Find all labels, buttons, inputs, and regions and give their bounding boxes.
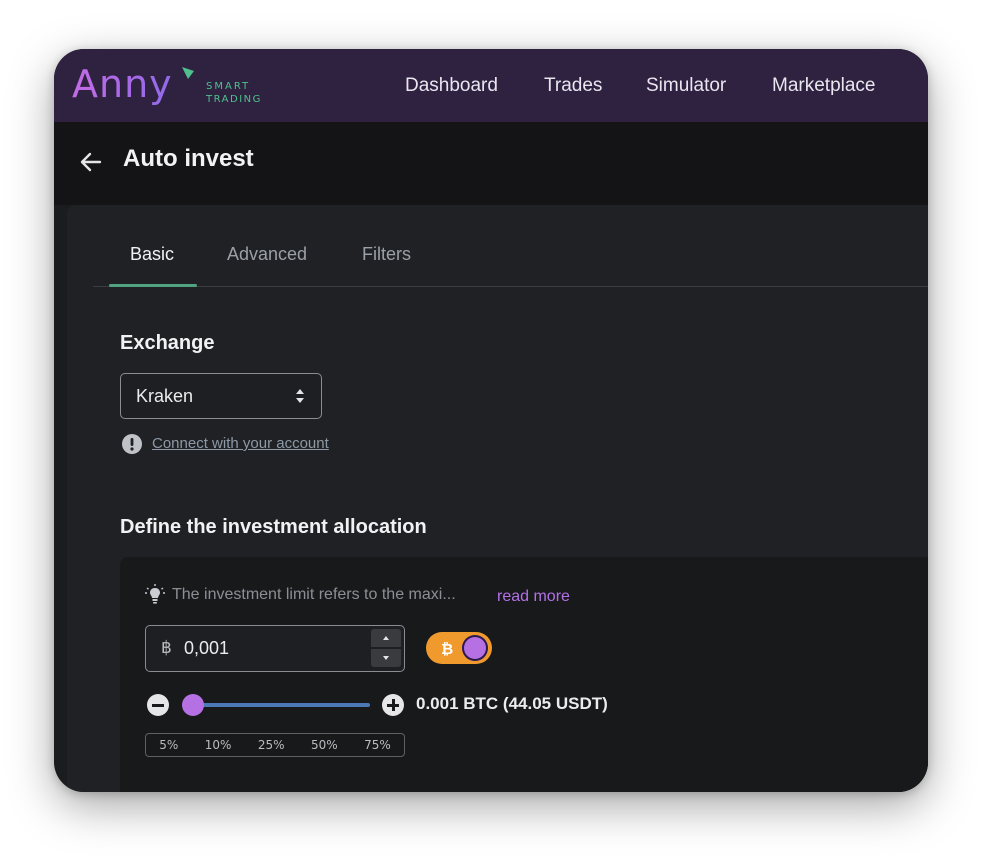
active-tab-indicator bbox=[109, 284, 197, 287]
nav-dashboard[interactable]: Dashboard bbox=[405, 49, 498, 122]
select-caret-icon bbox=[295, 388, 305, 404]
investment-limit-hint: The investment limit refers to the maxi.… bbox=[172, 586, 456, 603]
amount-value: 0,001 bbox=[184, 638, 230, 658]
percent-presets: 5% 10% 25% 50% 75% bbox=[145, 733, 405, 757]
connect-account-link[interactable]: Connect with your account bbox=[152, 435, 329, 452]
amount-input[interactable]: ฿ 0,001 bbox=[145, 625, 405, 672]
exchange-select-value: Kraken bbox=[136, 386, 194, 406]
amount-stepper[interactable] bbox=[371, 629, 401, 667]
svg-text:₿: ₿ bbox=[441, 640, 453, 657]
tabs-divider bbox=[93, 286, 928, 287]
tab-basic[interactable]: Basic bbox=[130, 244, 174, 265]
percent-option-25[interactable]: 25% bbox=[258, 738, 285, 752]
allocation-slider-track[interactable] bbox=[182, 703, 370, 707]
tab-advanced[interactable]: Advanced bbox=[227, 244, 307, 265]
auto-invest-card: Basic Advanced Filters Exchange Kraken C… bbox=[67, 205, 928, 792]
exclamation-circle-icon bbox=[121, 433, 143, 455]
exchange-section-title: Exchange bbox=[120, 332, 215, 354]
app-window: Anny SMART TRADING Dashboard Trades Simu… bbox=[54, 49, 928, 792]
currency-symbol: ฿ bbox=[161, 638, 172, 657]
stepper-up-button[interactable] bbox=[371, 629, 401, 647]
nav-trades[interactable]: Trades bbox=[544, 49, 602, 122]
nav-simulator[interactable]: Simulator bbox=[646, 49, 726, 122]
page-header: Auto invest bbox=[54, 122, 928, 205]
anny-logo[interactable]: Anny SMART TRADING bbox=[72, 59, 262, 113]
stepper-down-button[interactable] bbox=[371, 649, 401, 667]
decrease-button[interactable] bbox=[147, 694, 169, 716]
percent-option-75[interactable]: 75% bbox=[364, 738, 391, 752]
logo-tagline-trading: TRADING bbox=[205, 94, 262, 105]
percent-option-50[interactable]: 50% bbox=[311, 738, 338, 752]
allocation-slider-thumb[interactable] bbox=[182, 694, 204, 716]
lightbulb-icon bbox=[145, 584, 165, 606]
read-more-link[interactable]: read more bbox=[497, 588, 570, 606]
increase-button[interactable] bbox=[382, 694, 404, 716]
tab-filters[interactable]: Filters bbox=[362, 244, 411, 265]
allocation-panel: The investment limit refers to the maxi.… bbox=[120, 557, 928, 792]
nav-marketplace[interactable]: Marketplace bbox=[772, 49, 876, 122]
allocation-section-title: Define the investment allocation bbox=[120, 516, 427, 538]
amount-summary: 0.001 BTC (44.05 USDT) bbox=[416, 694, 608, 713]
arrow-left-icon[interactable] bbox=[78, 149, 104, 175]
btc-currency-toggle[interactable]: ₿ bbox=[426, 632, 492, 664]
toggle-knob bbox=[462, 635, 488, 661]
percent-option-5[interactable]: 5% bbox=[159, 738, 178, 752]
logo-wordmark: Anny bbox=[72, 62, 173, 106]
logo-tagline-smart: SMART bbox=[206, 81, 250, 92]
top-navigation-bar: Anny SMART TRADING Dashboard Trades Simu… bbox=[54, 49, 928, 122]
page-title: Auto invest bbox=[123, 145, 254, 172]
bitcoin-icon: ₿ bbox=[438, 639, 456, 658]
percent-option-10[interactable]: 10% bbox=[205, 738, 232, 752]
exchange-select[interactable]: Kraken bbox=[120, 373, 322, 419]
